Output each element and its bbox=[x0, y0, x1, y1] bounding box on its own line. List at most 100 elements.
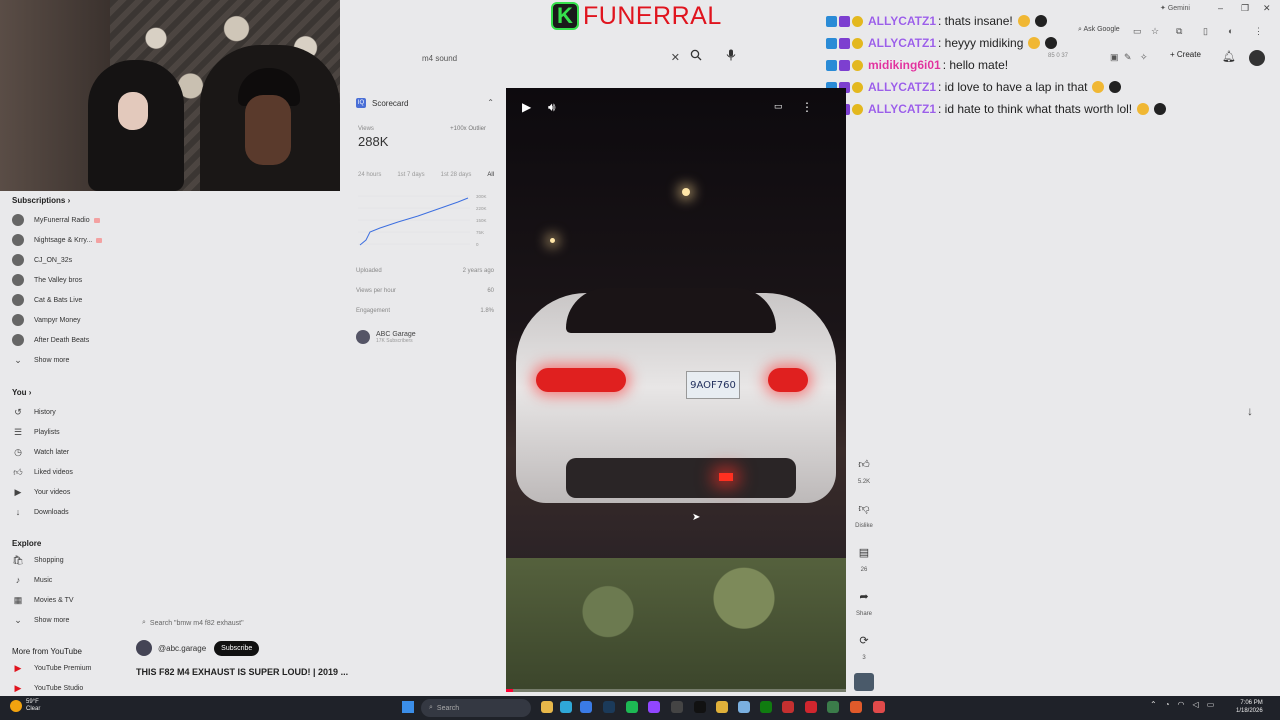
bell-icon[interactable]: 🔔︎ bbox=[1222, 50, 1236, 63]
subscribe-button[interactable]: Subscribe bbox=[214, 640, 260, 656]
chrome-profile-icon[interactable] bbox=[873, 701, 885, 713]
obs-icon[interactable] bbox=[671, 701, 683, 713]
share-button[interactable]: ➦ Share bbox=[850, 590, 878, 617]
maximize-icon[interactable]: ❐ bbox=[1241, 3, 1249, 14]
weather-desc: Clear bbox=[26, 706, 41, 712]
app-icon[interactable] bbox=[827, 701, 839, 713]
clock[interactable]: 7:06 PM 1/18/2026 bbox=[1236, 699, 1263, 715]
subscription-item[interactable]: Vampyr Money bbox=[12, 314, 81, 326]
arrow-down-icon[interactable]: ↓ bbox=[1247, 404, 1253, 418]
subscription-item[interactable]: MyFunerral Radio bbox=[12, 214, 100, 226]
extensions-icon[interactable]: ⧉ bbox=[1176, 26, 1182, 37]
more-item[interactable]: ▶ YouTube Studio bbox=[12, 682, 84, 694]
range-tab[interactable]: All bbox=[487, 172, 494, 178]
subscription-item[interactable]: Cat & Bats Live bbox=[12, 294, 82, 306]
notepad-icon[interactable] bbox=[738, 701, 750, 713]
chevron-up-icon[interactable]: ⌃ bbox=[487, 98, 494, 107]
range-tab[interactable]: 1st 7 days bbox=[397, 172, 424, 178]
close-icon[interactable]: ✕ bbox=[671, 51, 680, 64]
star-icon[interactable]: ☆ bbox=[1151, 26, 1159, 37]
taskbar-search[interactable]: ⌕ Search bbox=[421, 699, 531, 717]
media-icon[interactable] bbox=[782, 701, 794, 713]
subscriptions-heading[interactable]: Subscriptions › bbox=[12, 196, 70, 205]
profile-icon[interactable]: ◐ bbox=[1228, 26, 1233, 36]
channel-handle[interactable]: @abc.garage bbox=[158, 644, 206, 653]
you-item[interactable]: ◷ Watch later bbox=[12, 446, 69, 458]
range-tab[interactable]: 1st 28 days bbox=[441, 172, 472, 178]
steam-icon[interactable] bbox=[603, 701, 615, 713]
subscription-item[interactable]: CJ_ON_32s bbox=[12, 254, 72, 266]
volume-icon[interactable]: 🔊︎ bbox=[548, 100, 556, 115]
like-button[interactable]: 👍︎ 5.2K bbox=[850, 458, 878, 485]
remix-button[interactable]: ⟳ 3 bbox=[850, 634, 878, 661]
weather-widget[interactable]: 59°F Clear bbox=[10, 699, 40, 713]
twitch-icon[interactable] bbox=[648, 701, 660, 713]
more-icon[interactable]: ⋮ bbox=[801, 100, 813, 114]
scorecard-header[interactable]: IQ Scorecard bbox=[356, 98, 408, 108]
explore-item[interactable]: ▦ Movies & TV bbox=[12, 594, 74, 606]
you-item[interactable]: ▶ Your videos bbox=[12, 486, 71, 498]
create-button[interactable]: + Create bbox=[1170, 50, 1201, 59]
browser-icon[interactable] bbox=[850, 701, 862, 713]
streamer-1-face bbox=[118, 92, 148, 130]
video-progress-bar[interactable] bbox=[506, 689, 846, 692]
edge-icon[interactable] bbox=[560, 701, 572, 713]
network-icon[interactable]: ◔ bbox=[1165, 700, 1170, 709]
windows-start-icon[interactable] bbox=[402, 701, 414, 713]
avatar[interactable] bbox=[1249, 50, 1265, 66]
range-tab[interactable]: 24 hours bbox=[358, 172, 381, 178]
cast-icon[interactable]: ▭ bbox=[1133, 26, 1142, 37]
subscription-item[interactable]: Nightsage & Krry... bbox=[12, 234, 103, 246]
dislike-button[interactable]: 👎︎ Dislike bbox=[850, 502, 878, 529]
subscription-item[interactable]: After Death Beats bbox=[12, 334, 89, 346]
mic-icon[interactable] bbox=[726, 49, 740, 67]
watch-later-icon: ◷ bbox=[14, 446, 22, 457]
video-title[interactable]: THIS F82 M4 EXHAUST IS SUPER LOUD! | 201… bbox=[136, 667, 348, 677]
system-tray[interactable]: ⌃ ◔ ◠ ◁ ▭ bbox=[1150, 700, 1214, 709]
more-item[interactable]: ▶ YouTube Premium bbox=[12, 662, 92, 674]
captions-icon[interactable]: ▭ bbox=[774, 101, 783, 112]
sidebar-icon[interactable]: ▯ bbox=[1203, 26, 1208, 37]
play-icon[interactable]: ▶ bbox=[522, 100, 531, 114]
search-input[interactable]: m4 sound ✕ bbox=[414, 46, 686, 70]
video-player[interactable]: 9AOF760 ▶ 🔊︎ ▭ ⋮ ➤ bbox=[506, 88, 846, 692]
extension-badge-icon[interactable]: ▣ bbox=[1110, 52, 1119, 63]
you-item[interactable]: ↓ Downloads bbox=[12, 506, 69, 518]
wifi-icon[interactable]: ◠ bbox=[1178, 700, 1185, 709]
scorecard-channel[interactable]: ABC Garage 17K Subscribers bbox=[356, 330, 416, 344]
channel-avatar bbox=[12, 274, 24, 286]
subscription-item[interactable]: The Valley bros bbox=[12, 274, 82, 286]
menu-icon[interactable]: ⋮ bbox=[1254, 26, 1263, 37]
you-heading[interactable]: You › bbox=[12, 388, 31, 397]
opera-icon[interactable] bbox=[805, 701, 817, 713]
show-more-button[interactable]: ⌄ Show more bbox=[12, 614, 69, 626]
related-search-link[interactable]: ⌕ Search "bmw m4 f82 exhaust" bbox=[142, 619, 244, 627]
close-window-icon[interactable]: ✕ bbox=[1263, 3, 1271, 14]
comments-button[interactable]: ▤ 26 bbox=[850, 546, 878, 573]
scorecard-title: Scorecard bbox=[372, 98, 409, 108]
channel-avatar[interactable] bbox=[136, 640, 152, 656]
chrome-icon[interactable] bbox=[716, 701, 728, 713]
explore-item[interactable]: ♪ Music bbox=[12, 574, 53, 586]
sound-thumbnail[interactable] bbox=[854, 673, 874, 691]
minimize-icon[interactable]: – bbox=[1218, 3, 1223, 13]
stat-value: 60 bbox=[487, 288, 494, 294]
file-explorer-icon[interactable] bbox=[541, 701, 553, 713]
explore-item[interactable]: 🛍︎ Shopping bbox=[12, 554, 63, 566]
you-item[interactable]: ↺ History bbox=[12, 406, 56, 418]
show-more-button[interactable]: ⌄ Show more bbox=[12, 354, 69, 366]
you-item[interactable]: 👍︎ Liked videos bbox=[12, 466, 73, 478]
pin-icon[interactable]: ✧ bbox=[1140, 52, 1148, 63]
xbox-icon[interactable] bbox=[760, 701, 772, 713]
edit-icon[interactable]: ✎ bbox=[1124, 52, 1132, 63]
chevron-up-icon[interactable]: ⌃ bbox=[1150, 700, 1157, 709]
volume-icon[interactable]: ◁ bbox=[1193, 700, 1199, 709]
store-icon[interactable] bbox=[580, 701, 592, 713]
gemini-button[interactable]: ✦ Gemini bbox=[1160, 4, 1190, 12]
search-icon[interactable] bbox=[690, 49, 708, 67]
spotify-icon[interactable] bbox=[626, 701, 638, 713]
you-item[interactable]: ☰ Playlists bbox=[12, 426, 60, 438]
ask-google-button[interactable]: ⌕ Ask Google bbox=[1078, 26, 1120, 34]
tiktok-icon[interactable] bbox=[694, 701, 706, 713]
battery-icon[interactable]: ▭ bbox=[1207, 700, 1215, 709]
